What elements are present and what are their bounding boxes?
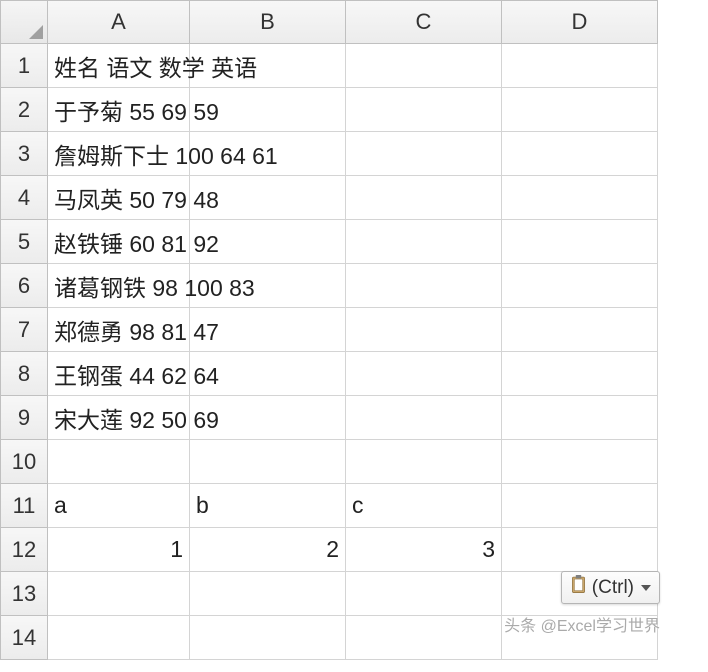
cell-A14[interactable] (48, 616, 190, 660)
row-header-2[interactable]: 2 (0, 88, 48, 132)
select-all-corner[interactable] (0, 0, 48, 44)
cell-B13[interactable] (190, 572, 346, 616)
cell-C10[interactable] (346, 440, 502, 484)
cell-D10[interactable] (502, 440, 658, 484)
cell-B4[interactable] (190, 176, 346, 220)
cell-D4[interactable] (502, 176, 658, 220)
cell-A10[interactable] (48, 440, 190, 484)
cell-A2[interactable]: 于予菊 55 69 59 (48, 88, 190, 132)
cell-B14[interactable] (190, 616, 346, 660)
cell-D1[interactable] (502, 44, 658, 88)
cell-B5[interactable] (190, 220, 346, 264)
chevron-down-icon (641, 585, 651, 591)
cell-A12[interactable]: 1 (48, 528, 190, 572)
cell-B3[interactable] (190, 132, 346, 176)
cell-A8[interactable]: 王钢蛋 44 62 64 (48, 352, 190, 396)
cell-D2[interactable] (502, 88, 658, 132)
cell-D5[interactable] (502, 220, 658, 264)
cell-A13[interactable] (48, 572, 190, 616)
row-header-6[interactable]: 6 (0, 264, 48, 308)
cell-A4[interactable]: 马凤英 50 79 48 (48, 176, 190, 220)
column-header-A[interactable]: A (48, 0, 190, 44)
cell-C2[interactable] (346, 88, 502, 132)
cell-D14[interactable] (502, 616, 658, 660)
row-header-3[interactable]: 3 (0, 132, 48, 176)
row-header-7[interactable]: 7 (0, 308, 48, 352)
cell-C11[interactable]: c (346, 484, 502, 528)
row-header-14[interactable]: 14 (0, 616, 48, 660)
column-header-B[interactable]: B (190, 0, 346, 44)
row-header-9[interactable]: 9 (0, 396, 48, 440)
cell-D3[interactable] (502, 132, 658, 176)
cell-C12[interactable]: 3 (346, 528, 502, 572)
row-header-5[interactable]: 5 (0, 220, 48, 264)
row-header-1[interactable]: 1 (0, 44, 48, 88)
cell-A5[interactable]: 赵铁锤 60 81 92 (48, 220, 190, 264)
cell-C13[interactable] (346, 572, 502, 616)
cell-D7[interactable] (502, 308, 658, 352)
cell-D8[interactable] (502, 352, 658, 396)
cell-B6[interactable] (190, 264, 346, 308)
cell-C5[interactable] (346, 220, 502, 264)
cell-A9[interactable]: 宋大莲 92 50 69 (48, 396, 190, 440)
cell-C8[interactable] (346, 352, 502, 396)
cell-C6[interactable] (346, 264, 502, 308)
cell-A1[interactable]: 姓名 语文 数学 英语 (48, 44, 190, 88)
cell-C3[interactable] (346, 132, 502, 176)
row-header-10[interactable]: 10 (0, 440, 48, 484)
cell-B8[interactable] (190, 352, 346, 396)
cell-A7[interactable]: 郑德勇 98 81 47 (48, 308, 190, 352)
cell-D6[interactable] (502, 264, 658, 308)
row-header-8[interactable]: 8 (0, 352, 48, 396)
cell-C9[interactable] (346, 396, 502, 440)
row-header-11[interactable]: 11 (0, 484, 48, 528)
cell-D9[interactable] (502, 396, 658, 440)
cell-B7[interactable] (190, 308, 346, 352)
clipboard-icon (570, 575, 587, 600)
column-header-D[interactable]: D (502, 0, 658, 44)
cell-C4[interactable] (346, 176, 502, 220)
cell-B12[interactable]: 2 (190, 528, 346, 572)
spreadsheet-grid: ABCD1姓名 语文 数学 英语2于予菊 55 69 593詹姆斯下士 100 … (0, 0, 708, 660)
paste-options-label: (Ctrl) (592, 577, 634, 599)
row-header-4[interactable]: 4 (0, 176, 48, 220)
cell-A11[interactable]: a (48, 484, 190, 528)
cell-A3[interactable]: 詹姆斯下士 100 64 61 (48, 132, 190, 176)
cell-D12[interactable] (502, 528, 658, 572)
column-header-C[interactable]: C (346, 0, 502, 44)
cell-C1[interactable] (346, 44, 502, 88)
cell-B11[interactable]: b (190, 484, 346, 528)
row-header-13[interactable]: 13 (0, 572, 48, 616)
paste-options-button[interactable]: (Ctrl) (561, 571, 660, 604)
cell-C14[interactable] (346, 616, 502, 660)
cell-B1[interactable] (190, 44, 346, 88)
cell-B10[interactable] (190, 440, 346, 484)
cell-B9[interactable] (190, 396, 346, 440)
cell-A6[interactable]: 诸葛钢铁 98 100 83 (48, 264, 190, 308)
cell-D11[interactable] (502, 484, 658, 528)
row-header-12[interactable]: 12 (0, 528, 48, 572)
cell-B2[interactable] (190, 88, 346, 132)
cell-C7[interactable] (346, 308, 502, 352)
